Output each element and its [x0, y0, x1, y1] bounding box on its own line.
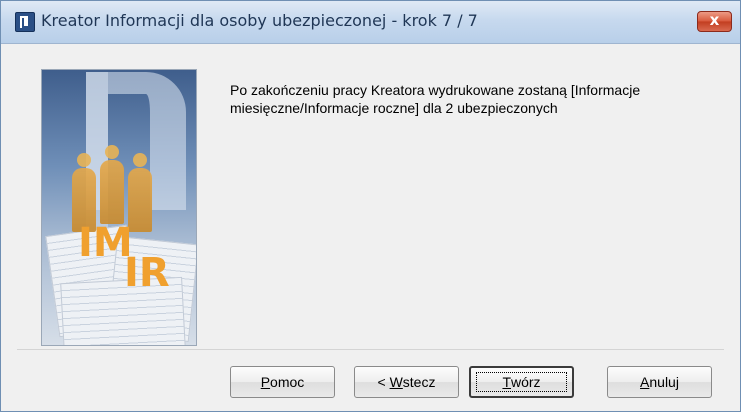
- illustration-label-ir: IR: [124, 250, 170, 296]
- illustration-person: [100, 145, 124, 224]
- summary-message-line: miesięczne/Informacje roczne] dla 2 ubez…: [230, 100, 558, 116]
- wizard-illustration: IM IR: [41, 69, 197, 346]
- focus-rectangle: [476, 372, 567, 392]
- cancel-button[interactable]: Anuluj: [607, 366, 712, 398]
- summary-message-line: Po zakończeniu pracy Kreatora wydrukowan…: [230, 82, 641, 98]
- summary-message: Po zakończeniu pracy Kreatora wydrukowan…: [230, 81, 700, 117]
- window-title: Kreator Informacji dla osoby ubezpieczon…: [41, 11, 478, 30]
- close-icon: x: [709, 11, 720, 29]
- help-mnemonic: P: [260, 374, 271, 390]
- wizard-dialog: Kreator Informacji dla osoby ubezpieczon…: [0, 0, 741, 412]
- back-mnemonic: W: [389, 374, 403, 390]
- button-divider: [17, 349, 724, 350]
- cancel-mnemonic: A: [640, 374, 650, 390]
- create-button[interactable]: Twórz: [469, 366, 574, 398]
- help-button[interactable]: Pomoc: [230, 366, 335, 398]
- title-bar[interactable]: Kreator Informacji dla osoby ubezpieczon…: [1, 1, 740, 44]
- back-button[interactable]: < Wstecz: [354, 366, 459, 398]
- close-button[interactable]: x: [697, 11, 732, 32]
- app-icon: [15, 12, 35, 32]
